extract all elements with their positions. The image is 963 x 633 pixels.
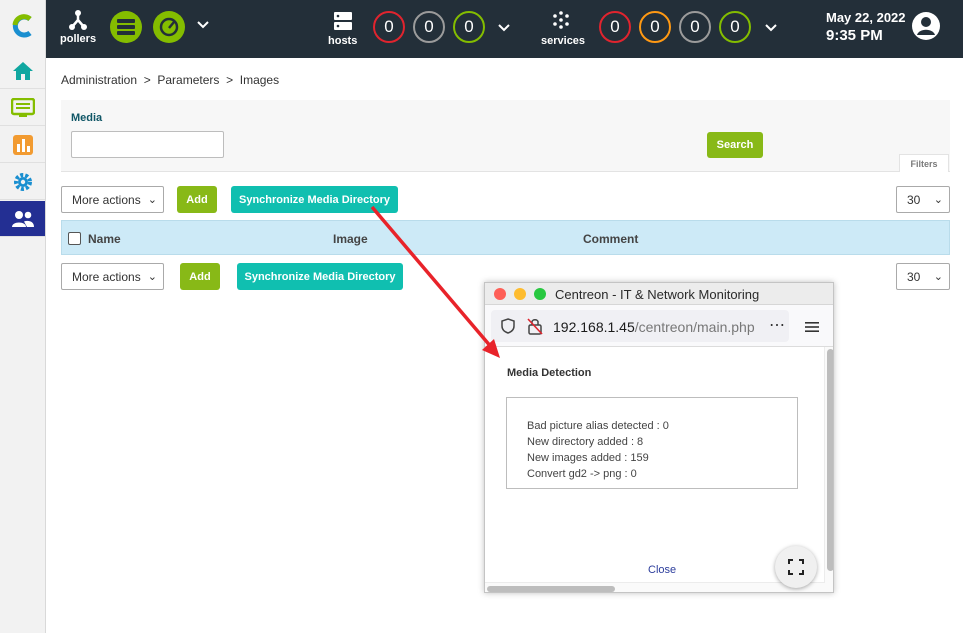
more-actions-label: More actions [72, 192, 141, 207]
current-date: May 22, 2022 [826, 10, 906, 25]
window-close-dot[interactable] [494, 288, 506, 300]
page-size-select-bottom[interactable]: 30 ⌄ [896, 263, 950, 290]
services-chevron-down-icon[interactable] [765, 24, 777, 32]
popup-url-bar: 192.168.1.45/centreon/main.php ⋯ [485, 305, 833, 347]
centreon-logo[interactable] [0, 0, 46, 52]
latency-status-button[interactable] [153, 11, 185, 43]
result-line-new-directory: New directory added : 8 [527, 436, 644, 448]
hosts-up-count[interactable]: 0 [453, 11, 485, 43]
chevron-down-icon: ⌄ [147, 271, 157, 283]
insecure-lock-icon[interactable] [527, 317, 543, 335]
more-actions-select-top[interactable]: More actions ⌄ [61, 186, 164, 213]
url-text[interactable]: 192.168.1.45/centreon/main.php [553, 319, 765, 335]
hosts-unreachable-count[interactable]: 0 [413, 11, 445, 43]
vertical-scrollbar-thumb[interactable] [827, 349, 833, 571]
hosts-label[interactable]: hosts [328, 35, 357, 47]
sync-media-button-top[interactable]: Synchronize Media Directory [231, 186, 398, 213]
chevron-down-icon: ⌄ [933, 194, 943, 206]
search-button[interactable]: Search [707, 132, 763, 158]
filters-tab[interactable]: Filters [899, 154, 949, 172]
column-header-name[interactable]: Name [88, 232, 121, 246]
column-header-image[interactable]: Image [333, 232, 368, 246]
popup-title-bar[interactable]: Centreon - IT & Network Monitoring [485, 283, 833, 305]
horizontal-scrollbar[interactable] [485, 582, 825, 592]
page-size-select-top[interactable]: 30 ⌄ [896, 186, 950, 213]
sidebar-item-monitoring[interactable] [0, 90, 45, 126]
window-zoom-dot[interactable] [534, 288, 546, 300]
more-actions-label: More actions [72, 269, 141, 284]
hosts-down-count[interactable]: 0 [373, 11, 405, 43]
services-warning-count[interactable]: 0 [639, 11, 671, 43]
sidebar-item-administration[interactable] [0, 201, 45, 237]
top-bar: pollers hosts 0 0 0 services 0 0 0 0 May… [46, 0, 963, 58]
home-icon [12, 61, 33, 80]
page-size-value: 30 [907, 269, 921, 284]
hamburger-menu-icon[interactable] [805, 321, 819, 333]
media-detection-popup-window: Centreon - IT & Network Monitoring 192.1… [484, 282, 834, 593]
sidebar-item-reporting[interactable] [0, 127, 45, 163]
close-link[interactable]: Close [648, 564, 676, 576]
pollers-icon[interactable] [69, 9, 87, 31]
shield-icon[interactable] [501, 318, 515, 334]
chevron-down-icon: ⌄ [147, 194, 157, 206]
current-time: 9:35 PM [826, 27, 883, 44]
services-ok-count[interactable]: 0 [719, 11, 751, 43]
media-filter-input[interactable] [71, 131, 224, 158]
services-icon[interactable] [551, 10, 571, 30]
url-field[interactable]: 192.168.1.45/centreon/main.php ⋯ [491, 310, 789, 342]
chevron-down-icon: ⌄ [933, 271, 943, 283]
vertical-scrollbar[interactable] [824, 347, 833, 592]
hosts-chevron-down-icon[interactable] [498, 24, 510, 32]
page-size-value: 30 [907, 192, 921, 207]
sidebar-item-configuration[interactable] [0, 164, 45, 200]
select-all-checkbox[interactable] [68, 232, 81, 245]
database-status-button[interactable] [110, 11, 142, 43]
result-line-bad-alias: Bad picture alias detected : 0 [527, 420, 669, 432]
services-unknown-count[interactable]: 0 [679, 11, 711, 43]
gauge-icon [159, 17, 179, 37]
filter-panel: Media Search [61, 100, 950, 172]
bar-chart-icon [12, 134, 33, 155]
sync-media-button-bottom[interactable]: Synchronize Media Directory [237, 263, 403, 290]
user-profile-icon[interactable] [911, 11, 941, 41]
breadcrumb[interactable]: Administration > Parameters > Images [61, 73, 279, 87]
sidebar-item-home[interactable] [0, 53, 45, 89]
services-label[interactable]: services [541, 35, 585, 47]
sidebar [0, 0, 46, 633]
hosts-icon[interactable] [333, 11, 353, 31]
fullscreen-icon [788, 559, 804, 575]
result-line-convert: Convert gd2 -> png : 0 [527, 468, 637, 480]
services-critical-count[interactable]: 0 [599, 11, 631, 43]
media-filter-label: Media [71, 112, 103, 124]
more-options-icon[interactable]: ⋯ [769, 315, 785, 335]
add-button-top[interactable]: Add [177, 186, 217, 213]
database-icon [117, 19, 135, 35]
monitor-icon [10, 97, 35, 117]
url-path: /centreon/main.php [634, 319, 755, 335]
window-minimize-dot[interactable] [514, 288, 526, 300]
result-line-new-images: New images added : 159 [527, 452, 649, 464]
url-host: 192.168.1.45 [553, 319, 635, 335]
popup-window-title: Centreon - IT & Network Monitoring [555, 287, 760, 302]
users-icon [11, 210, 34, 227]
table-header: Name Image Comment [61, 220, 950, 255]
add-button-bottom[interactable]: Add [180, 263, 220, 290]
popup-content: Media Detection Bad picture alias detect… [485, 347, 825, 582]
chevron-down-icon[interactable] [197, 21, 209, 29]
media-detection-heading: Media Detection [507, 367, 592, 379]
media-detection-results: Bad picture alias detected : 0 New direc… [506, 397, 798, 489]
horizontal-scrollbar-thumb[interactable] [487, 586, 615, 592]
column-header-comment[interactable]: Comment [583, 232, 638, 246]
gear-icon [13, 172, 32, 191]
pollers-label[interactable]: pollers [60, 33, 96, 45]
fullscreen-button[interactable] [775, 546, 817, 588]
more-actions-select-bottom[interactable]: More actions ⌄ [61, 263, 164, 290]
